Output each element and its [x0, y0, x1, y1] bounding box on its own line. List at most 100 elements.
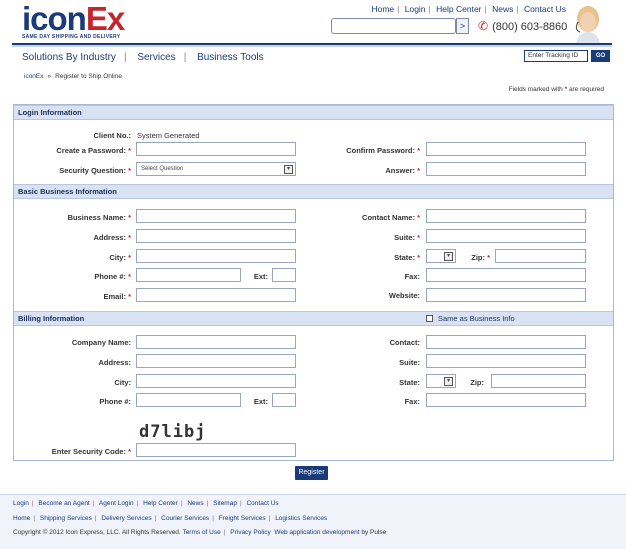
email-label: Email: * — [103, 292, 131, 301]
create-password-input[interactable] — [136, 142, 296, 156]
billing-address-input[interactable] — [136, 354, 296, 368]
billing-contact-input[interactable] — [426, 335, 586, 349]
footer-become-agent[interactable]: Become an Agent — [38, 500, 89, 507]
billing-zip-label: Zip: — [470, 378, 484, 387]
footer-terms-of-use[interactable]: Terms of Use — [182, 529, 220, 536]
footer-agent-login[interactable]: Agent Login — [99, 500, 134, 507]
contact-name-label: Contact Name: * — [362, 213, 420, 222]
tracking-id-input[interactable]: Enter Tracking ID — [524, 50, 588, 62]
billing-ext-input[interactable] — [272, 393, 296, 407]
dropdown-arrow-icon: ▾ — [284, 165, 293, 174]
footer-login[interactable]: Login — [13, 500, 29, 507]
footer-delivery-services[interactable]: Delivery Services — [101, 515, 151, 522]
topnav-news[interactable]: News — [492, 4, 513, 14]
billing-suite-label: Suite: — [399, 358, 420, 367]
fax-input[interactable] — [426, 268, 586, 282]
fax-label: Fax: — [404, 272, 420, 281]
client-no-value: System Generated — [137, 131, 200, 140]
answer-input[interactable] — [426, 162, 586, 176]
copyright-text: Copyright © 2012 Icon Express, LLC. All … — [13, 529, 181, 536]
billing-state-select[interactable]: ▾ — [426, 374, 456, 388]
billing-company-name-label: Company Name: — [71, 338, 131, 347]
breadcrumb-current: Register to Ship Online — [55, 73, 122, 80]
support-agent-image — [575, 6, 601, 46]
city-label: City: * — [109, 253, 131, 262]
contact-name-input[interactable] — [426, 209, 586, 223]
footer-sitemap[interactable]: Sitemap — [213, 500, 237, 507]
logo-wordmark: iconEx — [22, 0, 125, 37]
footer-shipping-services[interactable]: Shipping Services — [40, 515, 92, 522]
billing-phone-input[interactable] — [136, 393, 241, 407]
billing-zip-input[interactable] — [491, 374, 586, 388]
confirm-password-label: Confirm Password: * — [346, 146, 420, 155]
billing-city-input[interactable] — [136, 374, 296, 388]
header-divider-light — [12, 45, 612, 47]
logo-tagline: SAME DAY SHIPPING AND DELIVERY — [22, 34, 121, 40]
search-submit-button[interactable]: > — [456, 18, 469, 34]
billing-address-label: Address: — [98, 358, 131, 367]
topnav-home[interactable]: Home — [371, 4, 394, 14]
zip-input[interactable] — [495, 249, 586, 263]
same-as-business-label: Same as Business Info — [438, 314, 515, 323]
breadcrumb-home[interactable]: iconEx — [24, 73, 44, 80]
topnav-contact-us[interactable]: Contact Us — [524, 4, 566, 14]
website-input[interactable] — [426, 288, 586, 302]
email-input[interactable] — [136, 288, 296, 302]
topnav-help-center[interactable]: Help Center — [436, 4, 481, 14]
suite-input[interactable] — [426, 229, 586, 243]
top-navigation: Home | Login | Help Center | News | Contact … — [371, 4, 566, 14]
footer-web-development[interactable]: Web application development — [274, 529, 359, 536]
billing-fax-input[interactable] — [426, 393, 586, 407]
footer-links-services: Home | Shipping Services | Delivery Servic… — [13, 515, 328, 522]
same-as-business-checkbox[interactable] — [426, 315, 433, 322]
phone-icon: ✆ — [478, 19, 489, 33]
phone-number: ✆ (800) 603-8860 — [478, 19, 568, 33]
ext-input[interactable] — [272, 268, 296, 282]
section-login-header: Login Information — [14, 105, 613, 120]
required-fields-note: Fields marked with * are required — [508, 86, 604, 93]
section-business-header: Basic Business Information — [14, 184, 613, 199]
zip-label: Zip: * — [471, 253, 490, 262]
main-navigation: Solutions By Industry | Services | Busines… — [22, 52, 264, 63]
topnav-login[interactable]: Login — [405, 4, 426, 14]
registration-form: Login Information Client No.: System Gen… — [13, 104, 614, 461]
register-button[interactable]: Register — [295, 466, 328, 480]
footer-help-center[interactable]: Help Center — [143, 500, 178, 507]
footer-news[interactable]: News — [187, 500, 203, 507]
site-search-input[interactable] — [331, 18, 456, 34]
phone-input[interactable] — [136, 268, 241, 282]
business-name-label: Business Name: * — [67, 213, 131, 222]
nav-solutions-by-industry[interactable]: Solutions By Industry — [22, 52, 116, 63]
security-question-select[interactable]: Select Question ▾ — [136, 162, 296, 176]
business-name-input[interactable] — [136, 209, 296, 223]
state-label: State: * — [394, 253, 420, 262]
footer-privacy-policy[interactable]: Privacy Policy — [230, 529, 270, 536]
billing-company-name-input[interactable] — [136, 335, 296, 349]
create-password-label: Create a Password: * — [56, 146, 131, 155]
nav-business-tools[interactable]: Business Tools — [197, 52, 264, 63]
iconex-logo[interactable]: iconEx SAME DAY SHIPPING AND DELIVERY — [22, 0, 125, 41]
footer-contact-us[interactable]: Contact Us — [246, 500, 278, 507]
answer-label: Answer: * — [385, 166, 420, 175]
tracking-go-button[interactable]: GO — [591, 50, 610, 62]
billing-state-label: State: — [399, 378, 420, 387]
billing-phone-label: Phone #: — [99, 397, 131, 406]
dropdown-arrow-icon: ▾ — [444, 377, 453, 386]
footer-freight-services[interactable]: Freight Services — [219, 515, 266, 522]
confirm-password-input[interactable] — [426, 142, 586, 156]
state-select[interactable]: ▾ — [426, 249, 456, 263]
captcha-image: d7libj — [139, 422, 207, 442]
footer-logistics-services[interactable]: Logistics Services — [275, 515, 327, 522]
city-input[interactable] — [136, 249, 296, 263]
client-no-label: Client No.: — [93, 131, 132, 140]
nav-services[interactable]: Services — [137, 52, 175, 63]
website-label: Website: — [388, 291, 420, 300]
security-code-input[interactable] — [136, 443, 296, 457]
billing-suite-input[interactable] — [426, 354, 586, 368]
billing-ext-label: Ext: — [253, 397, 268, 406]
address-input[interactable] — [136, 229, 296, 243]
footer: Login | Become an Agent | Agent Login | Hel… — [0, 494, 626, 549]
footer-home[interactable]: Home — [13, 515, 30, 522]
footer-courier-services[interactable]: Courier Services — [161, 515, 209, 522]
footer-links-primary: Login | Become an Agent | Agent Login | Hel… — [13, 500, 279, 507]
